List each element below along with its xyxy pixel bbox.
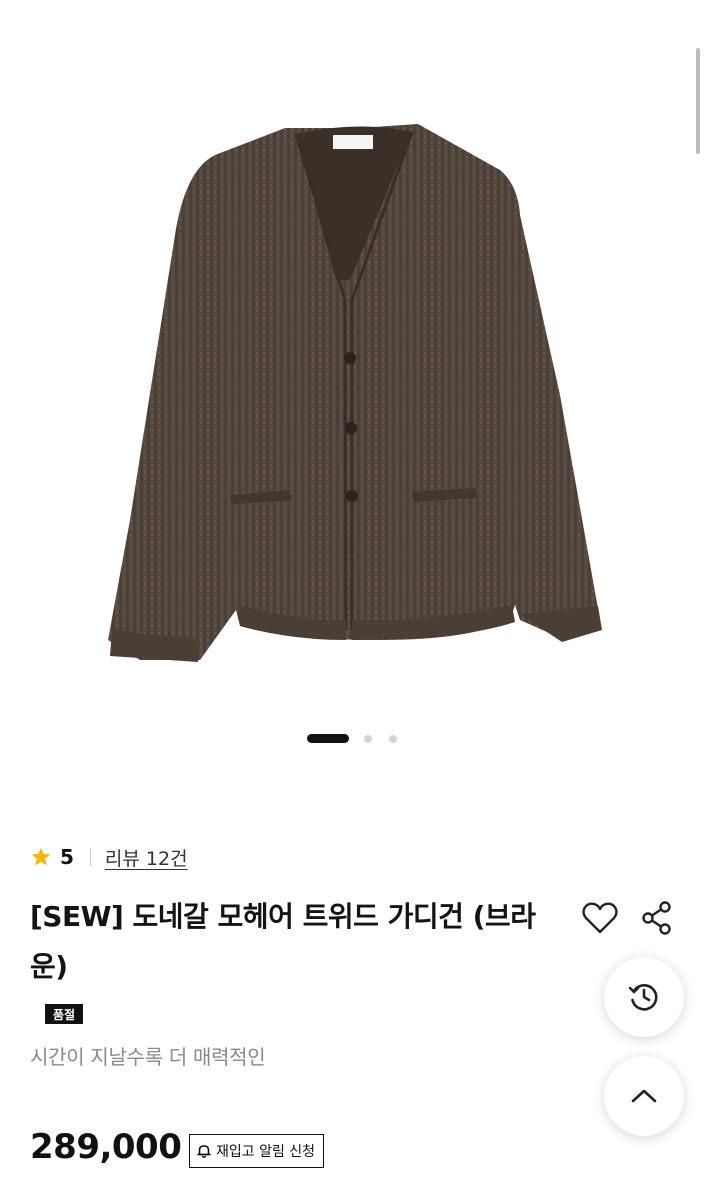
image-pagination bbox=[0, 733, 706, 745]
star-icon bbox=[31, 847, 51, 866]
product-subtitle: 시간이 지날수록 더 매력적인 bbox=[30, 1045, 266, 1069]
product-title: [SEW] 도네갈 모헤어 트위드 가디건 (브라운) bbox=[30, 900, 536, 983]
history-icon bbox=[628, 984, 658, 1011]
bell-icon bbox=[197, 1145, 211, 1158]
review-count-link[interactable]: 리뷰 12건 bbox=[105, 844, 188, 871]
product-image[interactable] bbox=[0, 0, 706, 700]
pagination-dot-active[interactable] bbox=[307, 734, 349, 743]
rating-row: 5 리뷰 12건 bbox=[30, 843, 188, 871]
scrollbar[interactable] bbox=[696, 48, 700, 154]
restock-alert-button[interactable]: 재입고 알림 신청 bbox=[189, 1134, 325, 1168]
recently-viewed-button[interactable] bbox=[604, 957, 684, 1037]
pagination-dot[interactable] bbox=[389, 735, 397, 743]
product-price: 289,000 bbox=[30, 1127, 182, 1167]
chevron-up-icon bbox=[631, 1089, 657, 1103]
heart-icon bbox=[582, 902, 618, 934]
rating-value: 5 bbox=[60, 845, 74, 869]
wishlist-button[interactable] bbox=[580, 898, 620, 938]
share-button[interactable] bbox=[637, 898, 677, 938]
pagination-dot[interactable] bbox=[364, 735, 372, 743]
restock-alert-label: 재입고 알림 신청 bbox=[216, 1144, 316, 1160]
cardigan-button bbox=[344, 352, 356, 364]
scroll-to-top-button[interactable] bbox=[604, 1056, 684, 1136]
divider bbox=[89, 848, 91, 866]
cardigan-button bbox=[346, 490, 358, 502]
cardigan-illustration bbox=[108, 124, 602, 662]
cardigan-button bbox=[345, 422, 357, 434]
soldout-badge: 품절 bbox=[45, 1004, 84, 1024]
share-icon bbox=[642, 901, 671, 935]
cardigan-label bbox=[333, 135, 373, 149]
